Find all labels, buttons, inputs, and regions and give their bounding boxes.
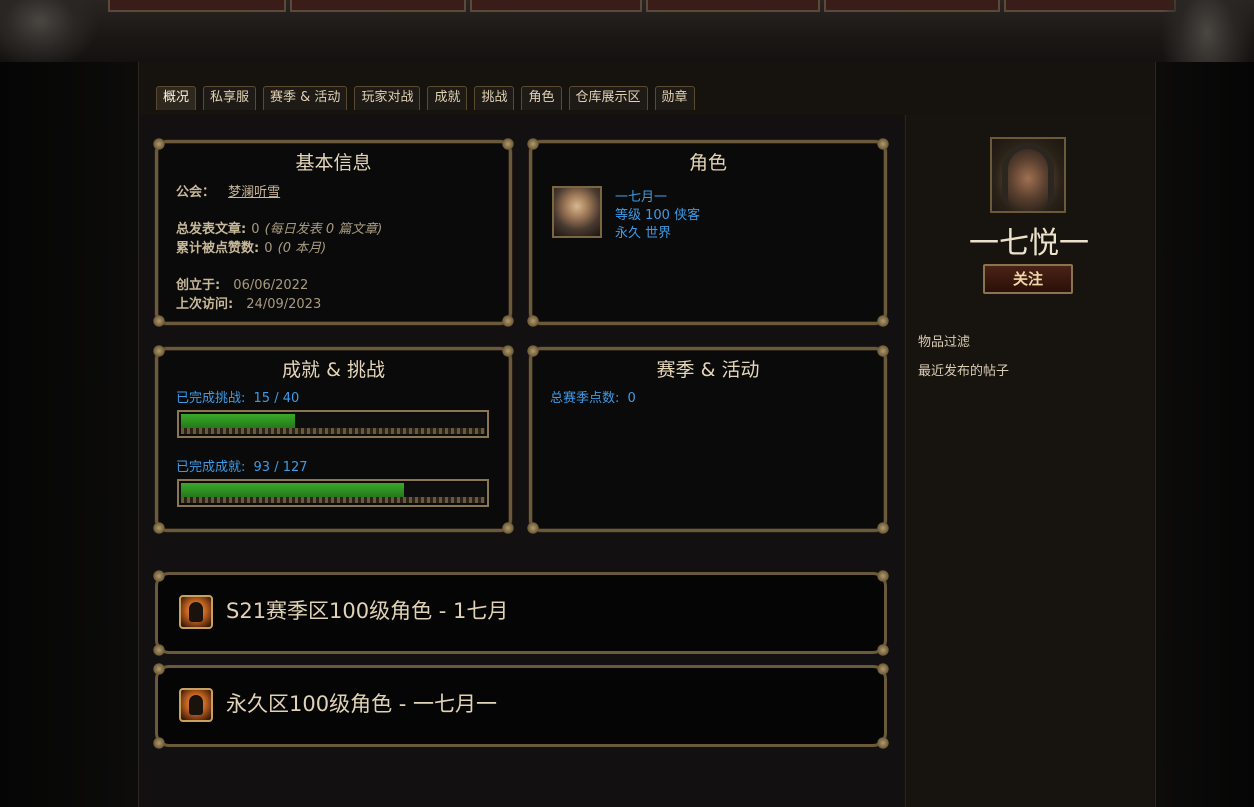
panel-title: 基本信息 [295,152,372,174]
tab-pvp[interactable]: 玩家对战 [354,86,421,110]
corner-ornament [152,569,166,583]
corner-ornament [526,521,540,535]
avatar [990,137,1066,213]
tab-challenges[interactable]: 挑战 [474,86,515,110]
corner-ornament [876,521,890,535]
tab-season-events[interactable]: 赛季 & 活动 [263,86,348,110]
username: 一七悦一 [969,226,1089,261]
character-panel: 角色 一七月一 等级 100 侠客 永久 世界 [526,137,890,328]
likes-value: 0 [264,241,273,256]
corner-ornament [152,643,166,657]
last-visit-label: 上次访问: [176,297,234,312]
profile-tabs: 概况 私享服 赛季 & 活动 玩家对战 成就 挑战 角色 仓库展示区 勋章 [156,86,695,110]
character-silhouette-icon [179,688,213,722]
tab-badges[interactable]: 勋章 [654,86,695,110]
tab-private-server[interactable]: 私享服 [203,86,257,110]
leaderboard-banner[interactable]: 永久区100级角色 - 一七月一 [152,662,890,750]
side-shadow-right [1154,62,1254,807]
tab-overview[interactable]: 概况 [156,86,197,110]
corner-ornament [876,643,890,657]
achievements-count: 93 / 127 [253,460,308,475]
item-filter-link[interactable]: 物品过滤 [918,331,970,350]
character-name-link[interactable]: 一七月一 [615,186,667,205]
challenges-label: 已完成挑战: [176,391,246,406]
clan-link[interactable]: 梦澜听雪 [228,185,280,200]
character-realm: 永久 世界 [615,226,672,241]
created-label: 创立于: [176,278,221,293]
top-frame [0,0,1254,62]
top-frame-slot [290,0,466,12]
corner-ornament [501,521,515,535]
corner-ornament [152,314,166,328]
character-level-class: 等级 100 侠客 [615,208,701,223]
last-visit-date: 24/09/2023 [246,297,322,312]
achievements-label: 已完成成就: [176,460,246,475]
corner-ornament [876,569,890,583]
tab-achievements[interactable]: 成就 [427,86,468,110]
corner-ornament [876,314,890,328]
achievements-panel: 成就 & 挑战 已完成挑战: 15 / 40 已完成成就: 93 / 127 [152,344,515,535]
character-silhouette-icon [179,595,213,629]
top-frame-slot [1004,0,1176,12]
top-frame-slot [470,0,642,12]
panel-title: 角色 [688,152,727,174]
follow-button[interactable]: 关注 [983,264,1073,294]
panel-title: 成就 & 挑战 [282,359,385,381]
clan-label: 公会： [176,185,216,200]
corner-ornament [152,662,166,676]
recent-posts-link[interactable]: 最近发布的帖子 [918,360,1009,379]
corner-ornament [876,736,890,750]
top-frame-slot [824,0,1000,12]
gargoyle-ornament-left [0,0,100,70]
corner-ornament [501,314,515,328]
posts-value: 0 [251,222,260,237]
top-frame-slot [646,0,820,12]
season-points-value: 0 [627,391,636,406]
challenges-progress-bar [177,410,489,438]
created-date: 06/06/2022 [233,278,309,293]
posts-rate: (每日发表 0 篇文章) [264,222,383,237]
progress-fill [181,483,404,497]
leaderboard-banner[interactable]: S21赛季区100级角色 - 1七月 [152,569,890,657]
season-points-label: 总赛季点数: [550,391,620,406]
progress-fill [181,414,295,428]
achievements-progress-bar [177,479,489,507]
banner-title: 永久区100级角色 - 一七月一 [226,692,498,716]
challenges-count: 15 / 40 [253,391,300,406]
likes-month: (0 本月) [277,241,327,256]
corner-ornament [876,662,890,676]
panel-title: 赛季 & 活动 [656,359,760,381]
corner-ornament [152,736,166,750]
top-frame-slot [108,0,286,12]
likes-label: 累计被点赞数: [176,241,260,256]
tab-characters[interactable]: 角色 [521,86,562,110]
corner-ornament [526,314,540,328]
corner-ornament [152,521,166,535]
tab-stash-showcase[interactable]: 仓库展示区 [568,86,648,110]
posts-label: 总发表文章: [176,222,247,237]
side-shadow-left [0,62,138,807]
basic-info-panel: 基本信息 公会： 梦澜听雪 总发表文章: 0 (每日发表 0 篇文章) 累计被点… [152,137,515,328]
banner-title: S21赛季区100级角色 - 1七月 [226,599,509,623]
season-panel: 赛季 & 活动 总赛季点数: 0 [526,344,890,535]
character-portrait[interactable] [552,186,602,238]
